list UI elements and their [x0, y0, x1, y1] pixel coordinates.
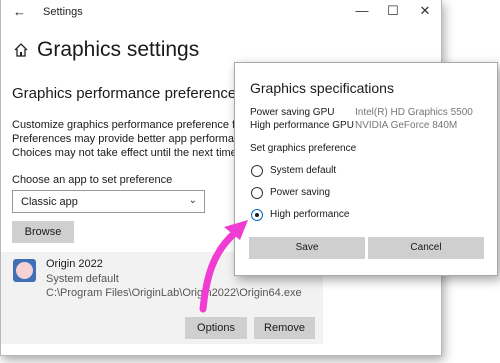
app-type-select-value: Classic app [21, 196, 78, 208]
home-icon [14, 43, 28, 57]
chevron-down-icon: ⌄ [188, 195, 197, 206]
radio-label-power-saving[interactable]: Power saving [270, 187, 330, 198]
maximize-icon[interactable]: ☐ [383, 3, 403, 19]
radio-label-system-default[interactable]: System default [270, 165, 336, 176]
spec-value: Intel(R) HD Graphics 5500 [355, 107, 473, 118]
cancel-button[interactable]: Cancel [368, 237, 484, 259]
dialog-title: Graphics specifications [250, 80, 394, 96]
origin-logo [16, 262, 33, 279]
app-picker-label: Choose an app to set preference [12, 174, 173, 186]
page-title: Graphics settings [37, 38, 200, 61]
description-line: Choices may not take effect until the ne… [12, 147, 265, 159]
title-bar: ← Settings — ☐ ✕ [1, 0, 441, 24]
app-path: C:\Program Files\OriginLab\Origin2022\Or… [46, 287, 302, 299]
radio-label-high-performance[interactable]: High performance [270, 209, 349, 220]
close-icon[interactable]: ✕ [415, 3, 435, 19]
origin-app-icon [13, 259, 36, 282]
description-line: Customize graphics performance preferenc… [12, 119, 266, 131]
radio-system-default[interactable] [251, 165, 263, 177]
graphics-specifications-dialog: Graphics specifications Power saving GPU… [234, 62, 498, 276]
section-title: Graphics performance preference [12, 85, 237, 102]
description-line: Preferences may provide better app perfo… [12, 133, 265, 145]
save-button[interactable]: Save [249, 237, 365, 259]
minimize-icon[interactable]: — [352, 3, 372, 18]
radio-selected-dot [254, 212, 259, 217]
set-preference-label: Set graphics preference [250, 143, 357, 154]
back-arrow-icon[interactable]: ← [13, 4, 26, 19]
browse-button[interactable]: Browse [12, 221, 74, 243]
spec-label: High performance GPU [250, 120, 354, 131]
spec-value: NVIDIA GeForce 840M [355, 120, 458, 131]
window-title: Settings [43, 6, 83, 18]
app-status: System default [46, 273, 119, 285]
radio-power-saving[interactable] [251, 187, 263, 199]
options-button[interactable]: Options [185, 317, 247, 339]
app-name: Origin 2022 [46, 258, 103, 270]
spec-label: Power saving GPU [250, 107, 335, 118]
app-type-select[interactable]: Classic app ⌄ [12, 190, 205, 213]
radio-high-performance[interactable] [251, 209, 263, 221]
remove-button[interactable]: Remove [254, 317, 315, 339]
